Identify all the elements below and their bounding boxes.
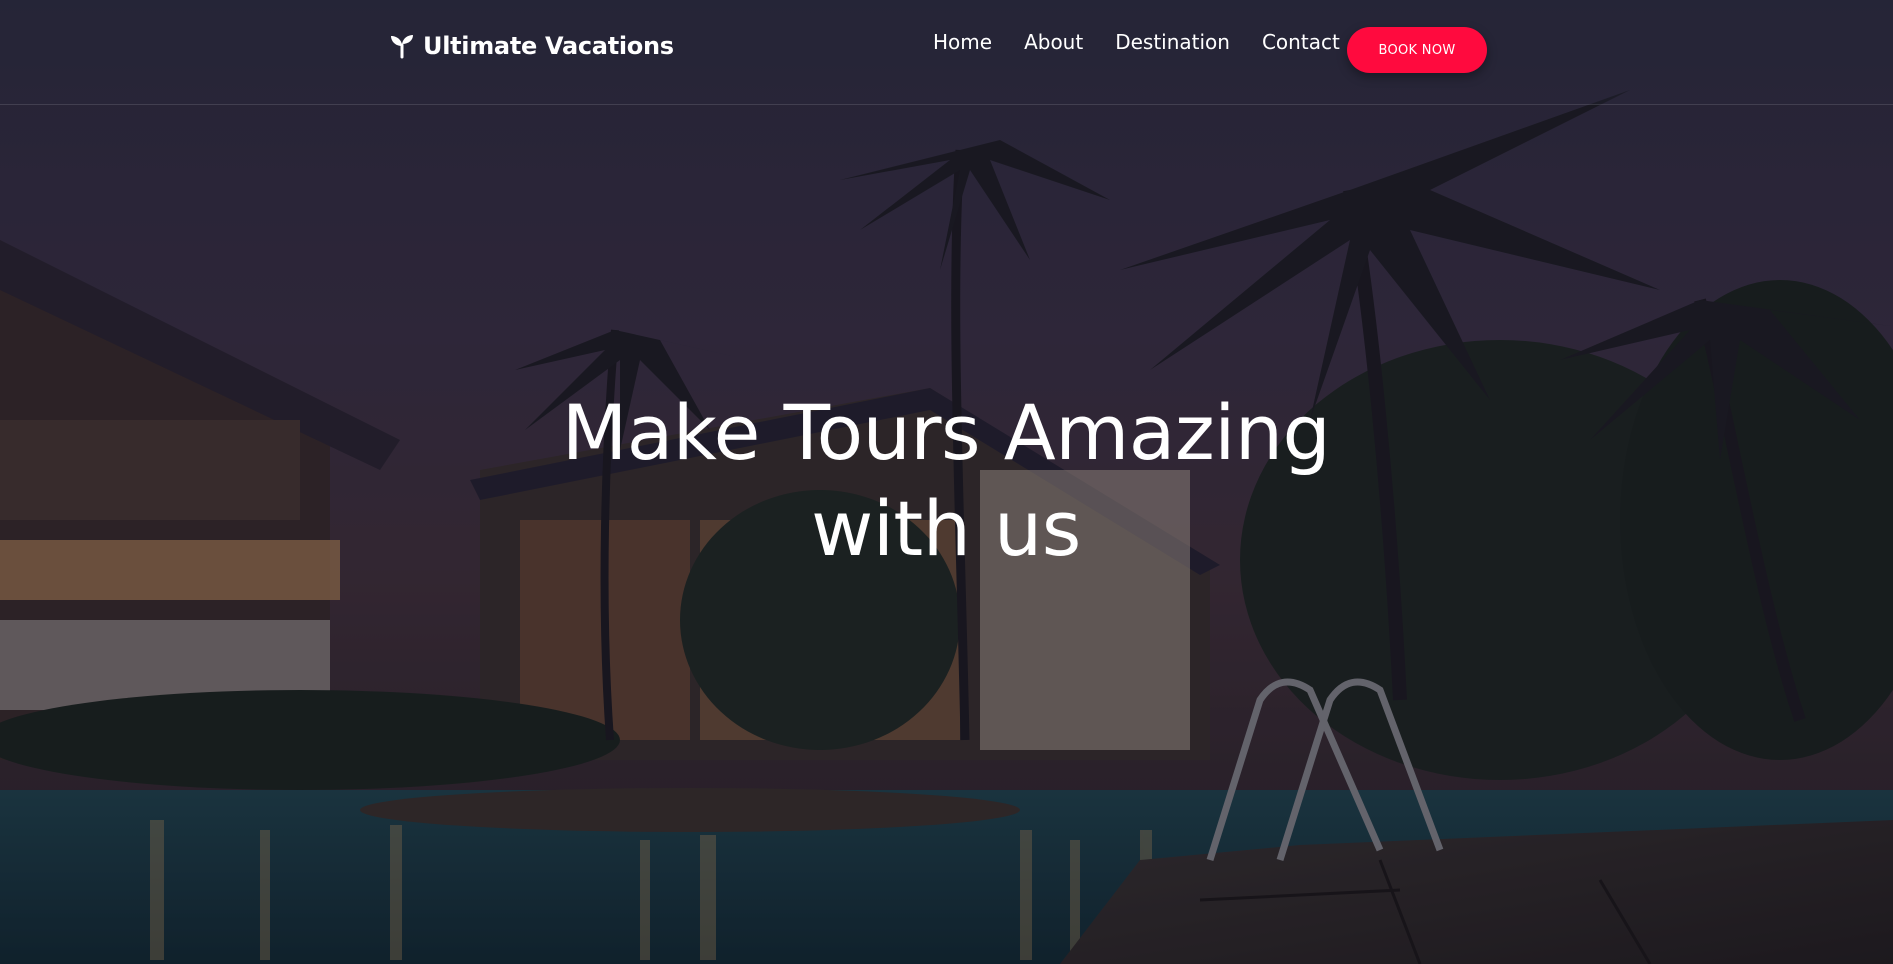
brand-logo-link[interactable]: Ultimate Vacations xyxy=(389,32,674,60)
nav-link-destination[interactable]: Destination xyxy=(1115,30,1230,54)
top-navbar: Ultimate Vacations Home About Destinatio… xyxy=(0,0,1893,105)
hero-headline-line-1: Make Tours Amazing xyxy=(561,388,1331,477)
hero-section: Ultimate Vacations Home About Destinatio… xyxy=(0,0,1893,964)
nav-link-contact[interactable]: Contact xyxy=(1262,30,1340,54)
brand-name: Ultimate Vacations xyxy=(423,32,674,60)
nav-link-home[interactable]: Home xyxy=(933,30,992,54)
book-now-button[interactable]: BOOK NOW xyxy=(1347,27,1487,73)
main-nav: Home About Destination Contact xyxy=(933,30,1340,54)
sprout-icon xyxy=(391,35,413,59)
hero-headline: Make Tours Amazing with us xyxy=(446,385,1446,577)
hero-headline-line-2: with us xyxy=(811,484,1081,573)
nav-link-about[interactable]: About xyxy=(1024,30,1083,54)
